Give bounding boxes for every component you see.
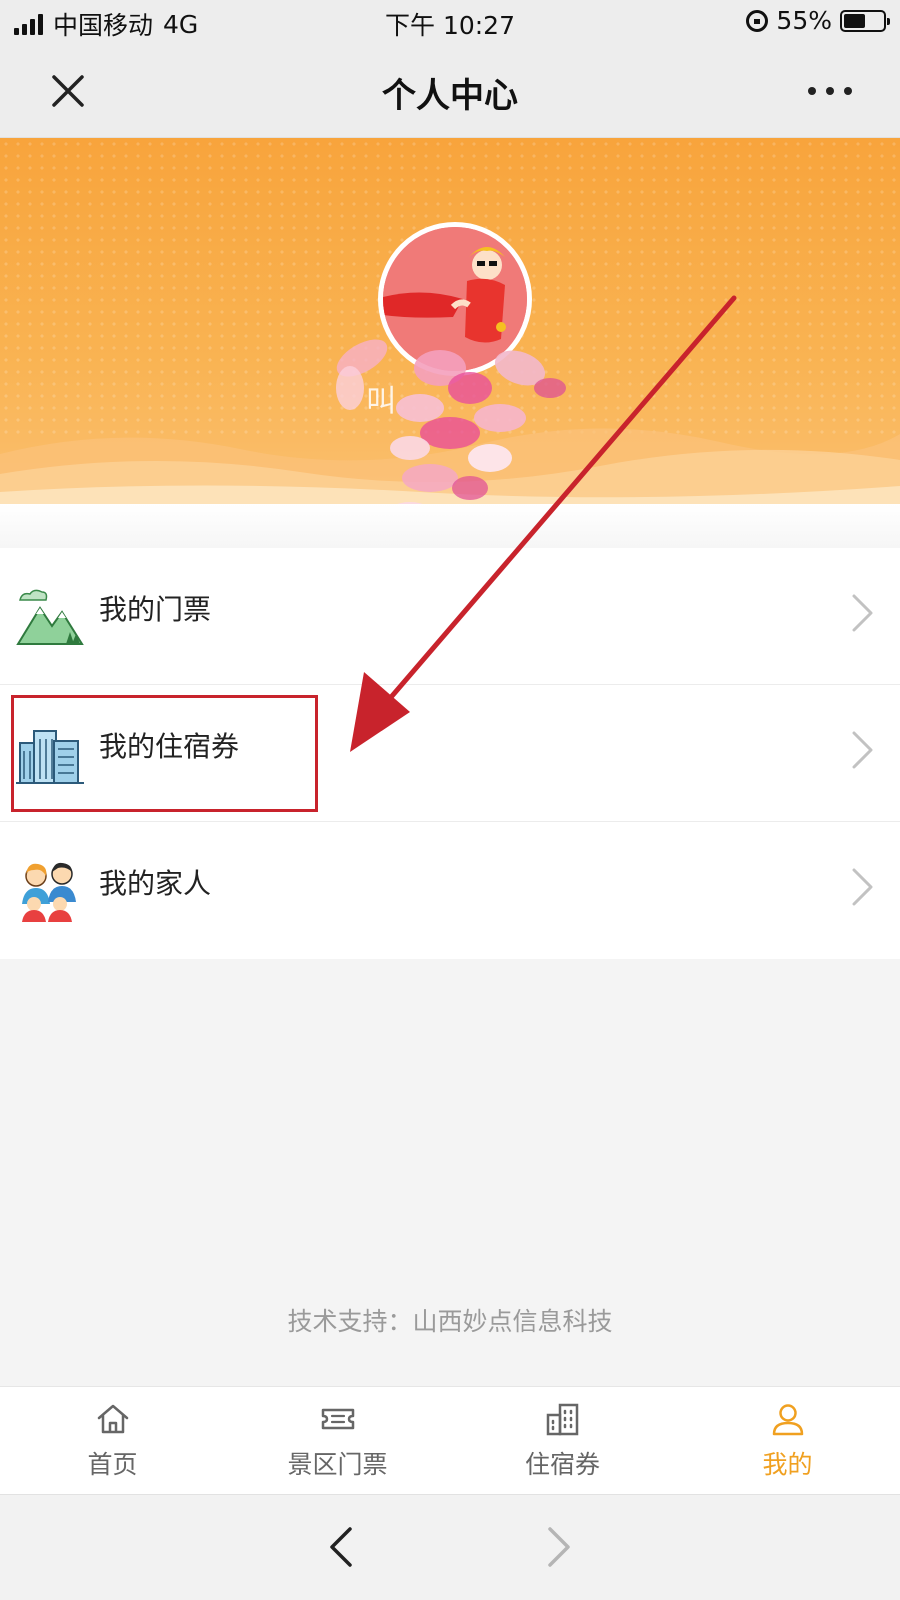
ticket-icon — [321, 1408, 354, 1430]
menu-item-label: 我的住宿券 — [99, 730, 240, 763]
forward-arrow-icon[interactable] — [544, 1525, 574, 1569]
tab-home[interactable]: 首页 — [0, 1387, 225, 1494]
tab-label: 我的 — [762, 1450, 813, 1479]
browser-toolbar — [0, 1494, 900, 1600]
chevron-right-icon — [852, 868, 873, 906]
tab-label: 住宿券 — [524, 1450, 600, 1479]
profile-banner: 叫 — [0, 138, 900, 504]
page-title: 个人中心 — [382, 76, 518, 116]
more-dots-icon[interactable] — [808, 74, 852, 108]
menu-item-label: 我的门票 — [99, 593, 212, 626]
status-bar-right: 55% — [746, 6, 890, 35]
menu-item-my-tickets[interactable]: 我的门票 — [0, 548, 900, 685]
menu-item-label: 我的家人 — [99, 867, 212, 900]
menu-list: 我的门票 我的住宿券 我的家人 — [0, 548, 900, 959]
status-bar: 中国移动 4G 下午 10:27 55% — [0, 0, 900, 44]
rotation-lock-icon — [746, 9, 769, 32]
mountain-ticket-icon — [16, 589, 84, 645]
menu-item-my-family[interactable]: 我的家人 — [0, 822, 900, 959]
tab-label: 首页 — [87, 1450, 138, 1479]
tab-bar: 首页 景区门票 住宿券 我的 — [0, 1386, 900, 1494]
tab-scenic-tickets[interactable]: 景区门票 — [225, 1387, 450, 1494]
back-arrow-icon[interactable] — [326, 1525, 356, 1569]
home-icon — [97, 1404, 128, 1434]
menu-item-my-hotel-vouchers[interactable]: 我的住宿券 — [0, 685, 900, 822]
chevron-right-icon — [852, 731, 873, 769]
flower-petals-decoration — [336, 339, 566, 504]
user-icon — [772, 1404, 803, 1436]
banner-separator — [0, 504, 900, 548]
building-icon — [546, 1403, 578, 1436]
chevron-right-icon — [852, 594, 873, 632]
buildings-hotel-icon — [16, 730, 84, 784]
battery-icon — [840, 9, 890, 32]
tab-label: 景区门票 — [287, 1450, 388, 1479]
tab-mine[interactable]: 我的 — [675, 1387, 900, 1494]
battery-percent: 55% — [776, 6, 832, 35]
footer-credit: 技术支持：山西妙点信息科技 — [287, 1307, 613, 1336]
close-icon[interactable] — [48, 71, 88, 111]
nav-bar: 个人中心 — [0, 44, 900, 138]
family-icon — [22, 862, 76, 922]
tab-hotel-vouchers[interactable]: 住宿券 — [450, 1387, 675, 1494]
